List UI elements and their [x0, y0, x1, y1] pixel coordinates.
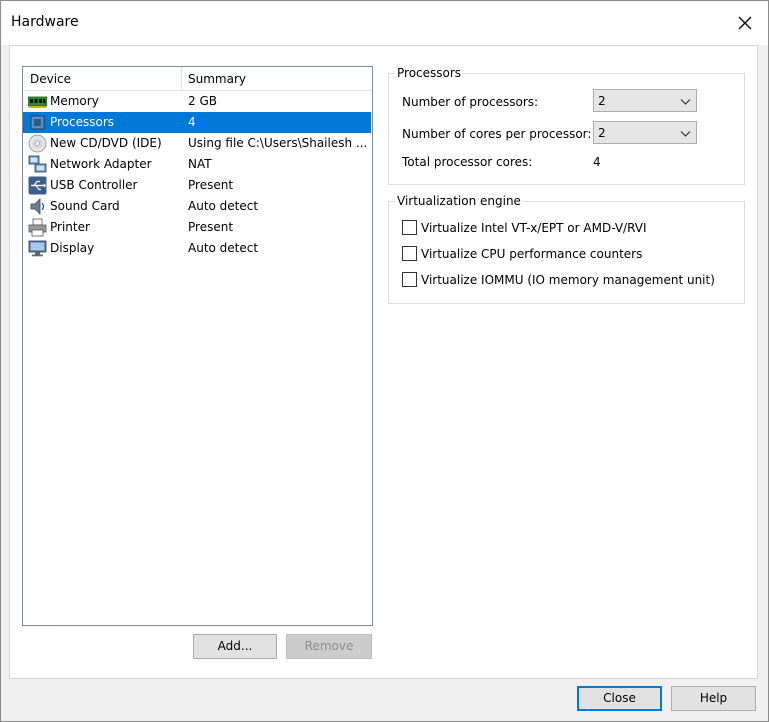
device-name: Printer: [50, 220, 90, 234]
cores-per-processor-select[interactable]: 2: [593, 121, 697, 144]
device-row-display[interactable]: Display Auto detect: [23, 238, 372, 259]
device-row-cd-dvd[interactable]: New CD/DVD (IDE) Using file C:\Users\Sha…: [23, 133, 372, 154]
network-adapter-icon: [28, 155, 47, 173]
device-summary: Present: [188, 220, 234, 234]
cores-per-processor-label: Number of cores per processor:: [402, 127, 592, 141]
device-name: Network Adapter: [50, 157, 152, 171]
processor-icon: [30, 115, 45, 130]
num-processors-select[interactable]: 2: [593, 89, 697, 112]
total-cores-label: Total processor cores:: [402, 155, 533, 169]
device-row-network-adapter[interactable]: Network Adapter NAT: [23, 154, 372, 175]
iommu-label[interactable]: Virtualize IOMMU (IO memory management u…: [421, 273, 715, 287]
printer-icon: [28, 218, 47, 237]
title-bar: Hardware: [1, 1, 768, 45]
num-processors-label: Number of processors:: [402, 95, 539, 109]
vtx-label[interactable]: Virtualize Intel VT-x/EPT or AMD-V/RVI: [421, 221, 647, 235]
device-row-printer[interactable]: Printer Present: [23, 217, 372, 238]
device-name: Processors: [50, 115, 115, 129]
device-summary: 4: [188, 115, 196, 129]
cores-per-processor-value: 2: [598, 126, 606, 140]
remove-button: Remove: [286, 634, 372, 659]
column-device[interactable]: Device: [30, 72, 71, 86]
close-button[interactable]: Close: [577, 686, 662, 711]
cpu-counters-checkbox[interactable]: [402, 246, 417, 261]
total-cores-value: 4: [593, 155, 601, 169]
num-processors-value: 2: [598, 94, 606, 108]
usb-icon: [28, 176, 47, 195]
device-summary: Auto detect: [188, 241, 259, 255]
device-row-usb-controller[interactable]: USB Controller Present: [23, 175, 372, 196]
chevron-down-icon: [680, 99, 691, 105]
sound-card-icon: [30, 198, 45, 215]
column-separator[interactable]: [181, 67, 182, 90]
device-row-memory[interactable]: Memory 2 GB: [23, 91, 372, 112]
device-name: Memory: [50, 94, 99, 108]
device-name: Display: [50, 241, 95, 255]
add-button[interactable]: Add...: [193, 634, 277, 659]
vtx-checkbox[interactable]: [402, 220, 417, 235]
column-summary[interactable]: Summary: [188, 72, 246, 86]
cd-dvd-icon: [28, 134, 47, 153]
device-summary: Using file C:\Users\Shailesh ...: [188, 136, 368, 150]
device-summary: Present: [188, 178, 234, 192]
virtualization-legend: Virtualization engine: [395, 194, 523, 208]
device-row-processors[interactable]: Processors 4: [23, 112, 371, 133]
device-summary: 2 GB: [188, 94, 217, 108]
device-row-sound-card[interactable]: Sound Card Auto detect: [23, 196, 372, 217]
iommu-checkbox[interactable]: [402, 272, 417, 287]
close-icon[interactable]: [735, 13, 755, 33]
device-summary: Auto detect: [188, 199, 259, 213]
cpu-counters-label[interactable]: Virtualize CPU performance counters: [421, 247, 642, 261]
device-name: New CD/DVD (IDE): [50, 136, 162, 150]
memory-icon: [28, 96, 47, 108]
device-name: Sound Card: [50, 199, 120, 213]
chevron-down-icon: [680, 131, 691, 137]
device-name: USB Controller: [50, 178, 138, 192]
window-title: Hardware: [11, 14, 79, 30]
processors-legend: Processors: [395, 66, 464, 80]
device-list[interactable]: Device Summary Memory 2 GB Processors 4 …: [22, 66, 373, 626]
help-button[interactable]: Help: [671, 686, 756, 711]
device-summary: NAT: [188, 157, 212, 171]
display-icon: [28, 240, 47, 257]
device-list-header: Device Summary: [23, 67, 372, 91]
